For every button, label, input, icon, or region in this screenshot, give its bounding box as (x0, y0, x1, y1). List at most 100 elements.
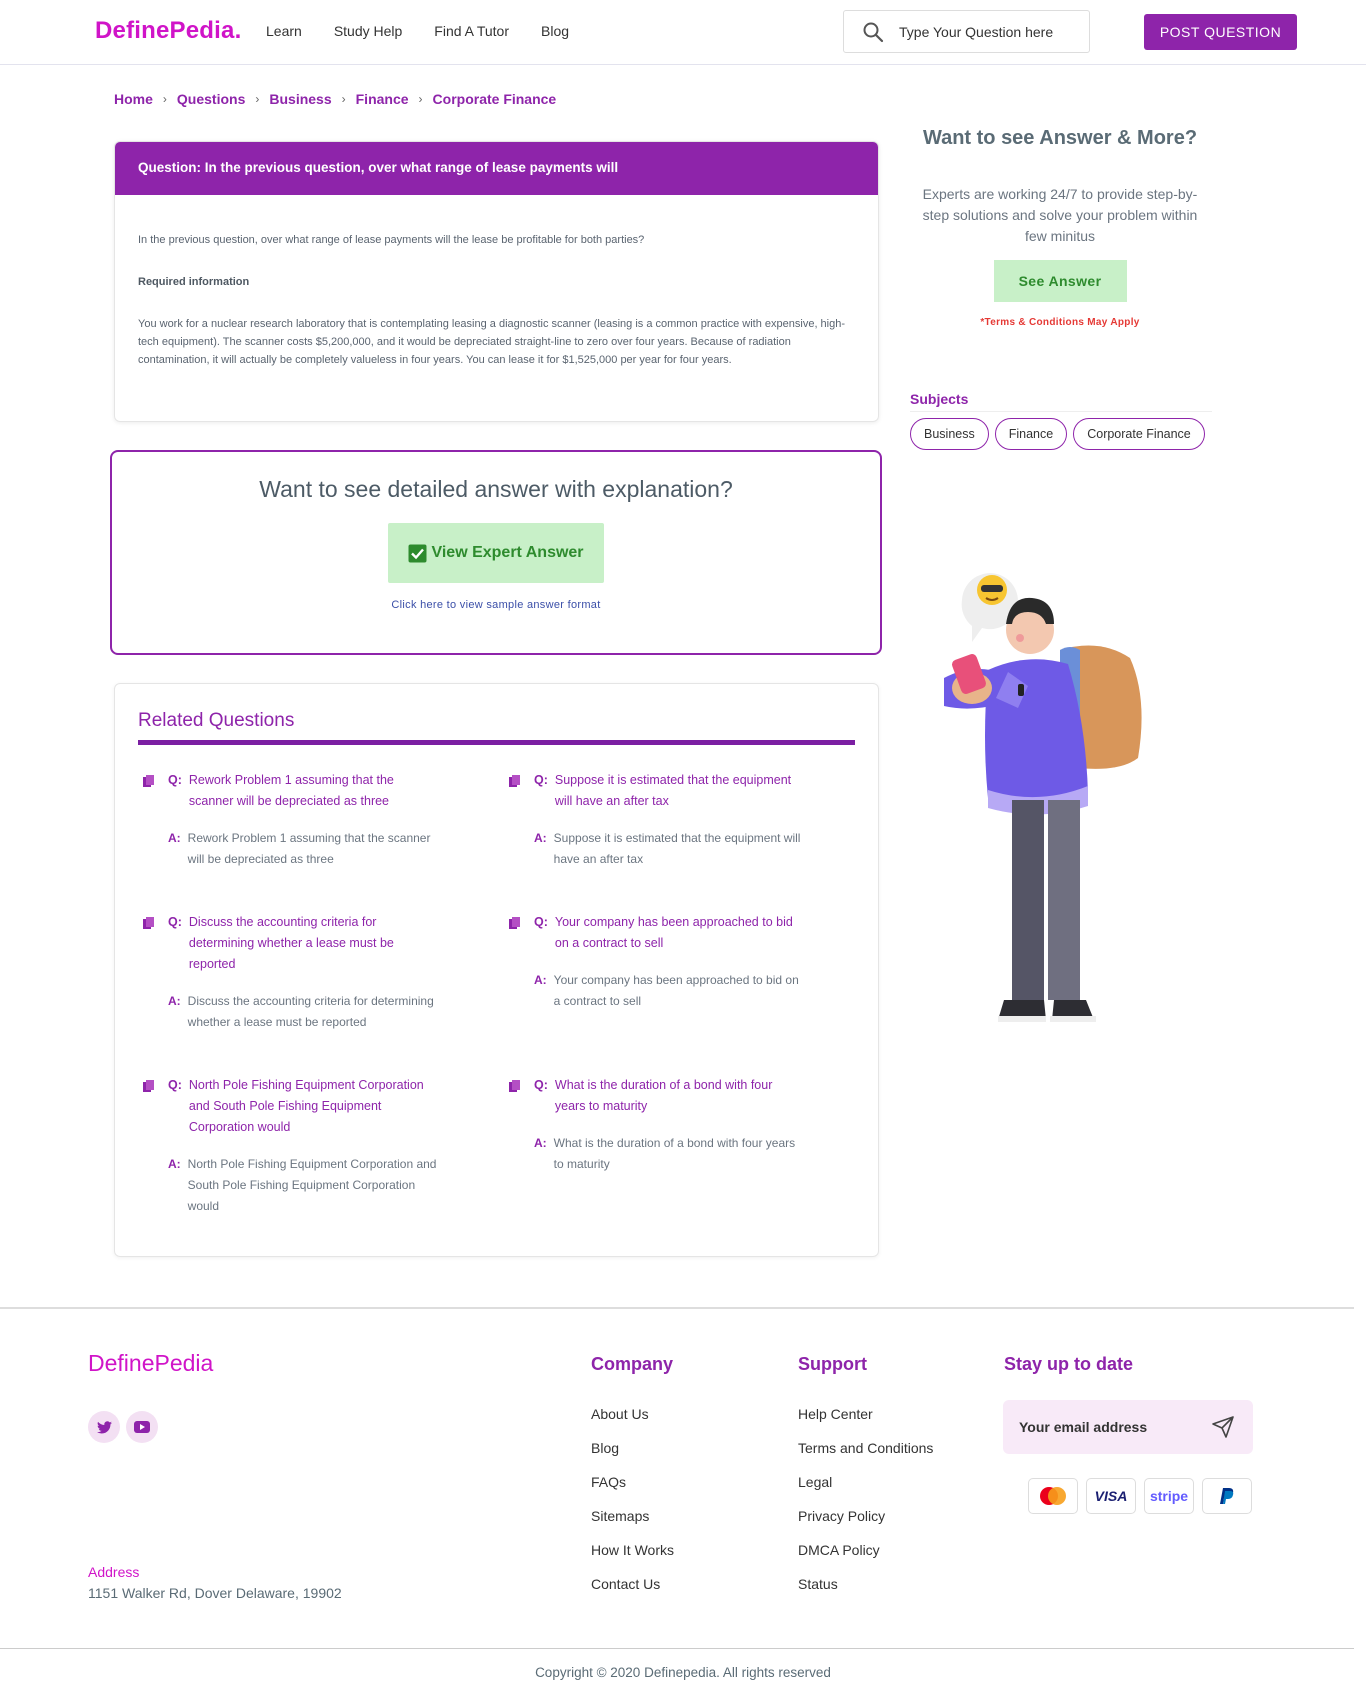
related-item: Q: Suppose it is estimated that the equi… (495, 770, 805, 870)
document-icon (143, 915, 154, 929)
footer-link-legal[interactable]: Legal (798, 1465, 933, 1499)
search-icon[interactable] (862, 21, 884, 43)
visa-icon: VISA (1086, 1478, 1136, 1514)
q-tag: Q: (168, 773, 182, 787)
breadcrumb: Home › Questions › Business › Finance › … (114, 91, 556, 107)
footer-logo[interactable]: DefinePedia (88, 1350, 213, 1377)
subject-chip-corporate-finance[interactable]: Corporate Finance (1073, 418, 1205, 450)
breadcrumb-business[interactable]: Business (269, 91, 331, 107)
newsletter-heading: Stay up to date (1004, 1354, 1134, 1374)
see-answer-button[interactable]: See Answer (993, 260, 1127, 302)
answer-sidebar: Want to see Answer & More? Experts are w… (905, 127, 1215, 328)
q-tag: Q: (534, 915, 548, 929)
document-icon (143, 1078, 154, 1092)
student-illustration (944, 573, 1142, 1022)
copyright-divider (0, 1648, 1354, 1649)
a-tag: A: (168, 1157, 181, 1171)
subjects-label: Subjects (910, 391, 1212, 412)
document-icon (143, 773, 154, 787)
footer-link-status[interactable]: Status (798, 1567, 933, 1601)
address-label: Address (88, 1564, 140, 1580)
search-input[interactable] (899, 23, 1069, 40)
related-item: Q: Your company has been approached to b… (495, 912, 805, 1012)
footer-link-about-us[interactable]: About Us (591, 1397, 674, 1431)
footer-link-help-center[interactable]: Help Center (798, 1397, 933, 1431)
related-item: Q: Discuss the accounting criteria for d… (129, 912, 439, 1033)
related-question-link[interactable]: Q: Rework Problem 1 assuming that the sc… (129, 770, 439, 812)
related-question-link[interactable]: Q: Suppose it is estimated that the equi… (495, 770, 805, 812)
related-question-link[interactable]: Q: Discuss the accounting criteria for d… (129, 912, 439, 975)
document-icon (509, 1078, 520, 1092)
related-answer: A: Suppose it is estimated that the equi… (534, 828, 805, 870)
paypal-icon (1202, 1478, 1252, 1514)
breadcrumb-separator: › (162, 92, 167, 106)
related-question-text: Rework Problem 1 assuming that the scann… (188, 773, 394, 808)
footer-link-faqs[interactable]: FAQs (591, 1465, 674, 1499)
address-text: 1151 Walker Rd, Dover Delaware, 19902 (88, 1585, 342, 1601)
site-header: DefinePedia. Learn Study Help Find A Tut… (0, 0, 1366, 65)
footer-company: Company About Us Blog FAQs Sitemaps How … (591, 1354, 674, 1601)
related-item: Q: Rework Problem 1 assuming that the sc… (129, 770, 439, 870)
related-answer: A: North Pole Fishing Equipment Corporat… (168, 1154, 439, 1217)
breadcrumb-questions[interactable]: Questions (177, 91, 245, 107)
q-tag: Q: (168, 1078, 182, 1092)
related-question-link[interactable]: Q: What is the duration of a bond with f… (495, 1075, 805, 1117)
subject-chip-finance[interactable]: Finance (994, 418, 1068, 450)
subject-chips: Business Finance Corporate Finance (910, 418, 1212, 450)
related-question-link[interactable]: Q: North Pole Fishing Equipment Corporat… (129, 1075, 439, 1138)
payment-methods: VISA stripe (1028, 1478, 1252, 1514)
required-info-label: Required information (138, 276, 250, 288)
breadcrumb-separator: › (341, 92, 346, 106)
question-body: In the previous question, over what rang… (115, 195, 878, 369)
nav-find-a-tutor[interactable]: Find A Tutor (434, 23, 509, 39)
footer-link-contact-us[interactable]: Contact Us (591, 1567, 674, 1601)
related-answer: A: Your company has been approached to b… (534, 970, 805, 1012)
related-answer-text: Your company has been approached to bid … (553, 973, 799, 1008)
sample-answer-link[interactable]: Click here to view sample answer format (112, 599, 880, 611)
breadcrumb-home[interactable]: Home (114, 91, 153, 107)
footer-link-how-it-works[interactable]: How It Works (591, 1533, 674, 1567)
related-questions: Related Questions Q: Rework Problem 1 as… (114, 683, 879, 1257)
sidebar-title: Want to see Answer & More? (922, 127, 1198, 149)
q-tag: Q: (534, 1078, 548, 1092)
view-expert-answer-label: View Expert Answer (431, 544, 584, 561)
related-answer: A: Rework Problem 1 assuming that the sc… (168, 828, 439, 870)
nav-study-help[interactable]: Study Help (334, 23, 402, 39)
email-placeholder[interactable]: Your email address (1019, 1419, 1211, 1435)
related-question-text: North Pole Fishing Equipment Corporation… (188, 1078, 424, 1134)
newsletter-email-field[interactable]: Your email address (1003, 1400, 1253, 1454)
search-box (843, 10, 1090, 53)
related-answer: A: What is the duration of a bond with f… (534, 1133, 805, 1175)
footer-link-privacy[interactable]: Privacy Policy (798, 1499, 933, 1533)
footer-support: Support Help Center Terms and Conditions… (798, 1354, 933, 1601)
footer-link-dmca[interactable]: DMCA Policy (798, 1533, 933, 1567)
a-tag: A: (534, 1136, 547, 1150)
answer-prompt-title: Want to see detailed answer with explana… (259, 476, 733, 502)
footer-divider (0, 1307, 1354, 1309)
youtube-icon[interactable] (126, 1411, 158, 1443)
breadcrumb-finance[interactable]: Finance (356, 91, 409, 107)
related-questions-title: Related Questions (138, 710, 295, 731)
footer-link-terms[interactable]: Terms and Conditions (798, 1431, 933, 1465)
post-question-button[interactable]: POST QUESTION (1144, 14, 1297, 50)
footer-link-sitemaps[interactable]: Sitemaps (591, 1499, 674, 1533)
nav-learn[interactable]: Learn (266, 23, 302, 39)
breadcrumb-separator: › (418, 92, 423, 106)
footer-link-blog[interactable]: Blog (591, 1431, 674, 1465)
related-question-text: Suppose it is estimated that the equipme… (554, 773, 792, 808)
send-icon[interactable] (1211, 1415, 1235, 1439)
a-tag: A: (534, 831, 547, 845)
breadcrumb-corporate-finance[interactable]: Corporate Finance (433, 91, 557, 107)
subject-chip-business[interactable]: Business (910, 418, 989, 450)
stripe-icon: stripe (1144, 1478, 1194, 1514)
related-question-link[interactable]: Q: Your company has been approached to b… (495, 912, 805, 954)
question-intro: In the previous question, over what rang… (138, 234, 645, 246)
view-expert-answer-button[interactable]: View Expert Answer (388, 523, 604, 583)
related-question-text: Your company has been approached to bid … (554, 915, 793, 950)
footer-newsletter: Stay up to date (1004, 1354, 1133, 1397)
site-logo[interactable]: DefinePedia. (95, 17, 241, 45)
subjects-panel: Subjects Business Finance Corporate Fina… (910, 391, 1212, 450)
nav-blog[interactable]: Blog (541, 23, 569, 39)
question-card: Question: In the previous question, over… (114, 141, 879, 422)
twitter-icon[interactable] (88, 1411, 120, 1443)
